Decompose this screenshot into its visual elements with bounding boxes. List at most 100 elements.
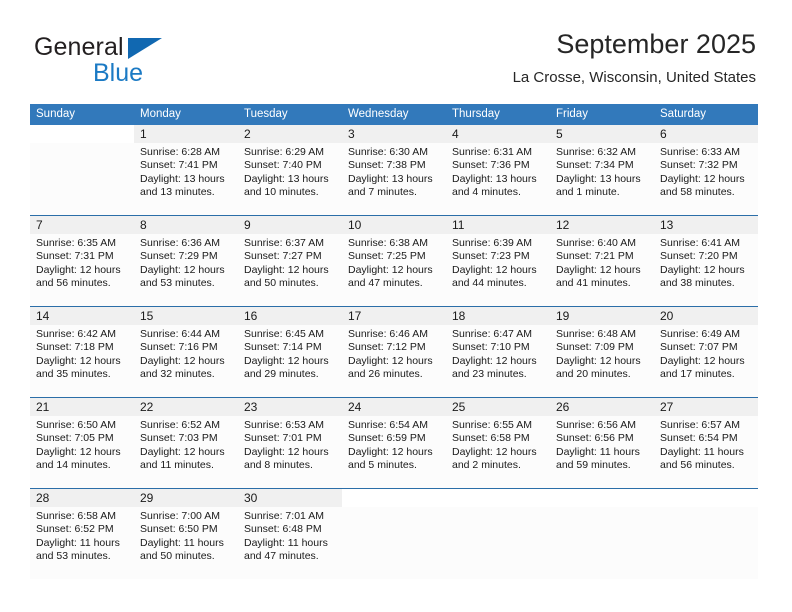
day-number[interactable]: 15 <box>134 307 238 325</box>
day-detail-line: and 17 minutes. <box>660 368 735 381</box>
day-number[interactable]: 26 <box>550 398 654 416</box>
day-cell[interactable]: Sunrise: 6:35 AM Sunset: 7:31 PM Daylight:… <box>30 234 134 306</box>
day-number[interactable]: 10 <box>342 216 446 234</box>
calendar-weeks: 1 2 3 4 5 6 Sunrise: 6:28 AM Sunset: 7:41 PM Day… <box>30 125 758 579</box>
day-detail-line: Sunrise: 6:42 AM <box>36 328 116 340</box>
day-number[interactable]: 29 <box>134 489 238 507</box>
day-detail-line: and 41 minutes. <box>556 277 631 290</box>
day-detail-line: and 58 minutes. <box>660 186 735 199</box>
day-number[interactable]: 9 <box>238 216 342 234</box>
day-detail-line: and 1 minute. <box>556 186 620 199</box>
day-detail-line: Daylight: 12 hours <box>556 263 641 276</box>
day-cell[interactable]: Sunrise: 6:29 AM Sunset: 7:40 PM Daylight:… <box>238 143 342 215</box>
day-number[interactable]: 30 <box>238 489 342 507</box>
day-cell[interactable]: Sunrise: 6:44 AM Sunset: 7:16 PM Daylight:… <box>134 325 238 397</box>
day-number[interactable]: 3 <box>342 125 446 143</box>
day-detail-line: Daylight: 12 hours <box>452 263 537 276</box>
calendar-detail-band: Sunrise: 6:50 AM Sunset: 7:05 PM Daylight:… <box>30 416 758 488</box>
day-number[interactable]: 22 <box>134 398 238 416</box>
day-number[interactable]: 21 <box>30 398 134 416</box>
day-detail-line: Daylight: 13 hours <box>452 172 537 185</box>
day-cell[interactable]: Sunrise: 6:57 AM Sunset: 6:54 PM Daylight:… <box>654 416 758 488</box>
day-detail-line: and 47 minutes. <box>244 550 319 563</box>
day-number[interactable]: 17 <box>342 307 446 325</box>
day-number[interactable]: 28 <box>30 489 134 507</box>
brand-name-blue: Blue <box>93 59 144 87</box>
day-detail-line: Daylight: 12 hours <box>348 445 433 458</box>
day-cell[interactable]: Sunrise: 6:37 AM Sunset: 7:27 PM Daylight:… <box>238 234 342 306</box>
day-number[interactable]: 12 <box>550 216 654 234</box>
day-cell[interactable]: Sunrise: 7:01 AM Sunset: 6:48 PM Daylight:… <box>238 507 342 579</box>
day-number[interactable]: 27 <box>654 398 758 416</box>
day-detail-line: and 23 minutes. <box>452 368 527 381</box>
brand-logo[interactable]: General Blue <box>34 32 214 90</box>
day-detail-line: Daylight: 12 hours <box>140 354 225 367</box>
day-cell-empty <box>550 507 654 579</box>
day-detail-line: Daylight: 12 hours <box>140 263 225 276</box>
day-detail-line: Sunset: 7:20 PM <box>660 250 738 263</box>
calendar-detail-band: Sunrise: 6:58 AM Sunset: 6:52 PM Daylight:… <box>30 507 758 579</box>
day-number[interactable]: 11 <box>446 216 550 234</box>
day-cell[interactable]: Sunrise: 6:28 AM Sunset: 7:41 PM Daylight:… <box>134 143 238 215</box>
day-number[interactable]: 14 <box>30 307 134 325</box>
day-number[interactable]: 6 <box>654 125 758 143</box>
day-number[interactable]: 13 <box>654 216 758 234</box>
day-number[interactable]: 25 <box>446 398 550 416</box>
day-detail-line: Daylight: 12 hours <box>244 354 329 367</box>
day-cell[interactable]: Sunrise: 6:39 AM Sunset: 7:23 PM Daylight:… <box>446 234 550 306</box>
day-cell[interactable]: Sunrise: 6:38 AM Sunset: 7:25 PM Daylight:… <box>342 234 446 306</box>
day-cell[interactable]: Sunrise: 6:30 AM Sunset: 7:38 PM Daylight:… <box>342 143 446 215</box>
day-cell[interactable]: Sunrise: 6:45 AM Sunset: 7:14 PM Daylight:… <box>238 325 342 397</box>
day-cell[interactable]: Sunrise: 7:00 AM Sunset: 6:50 PM Daylight:… <box>134 507 238 579</box>
day-number[interactable]: 8 <box>134 216 238 234</box>
day-detail-line: Daylight: 12 hours <box>244 445 329 458</box>
day-number[interactable]: 23 <box>238 398 342 416</box>
day-cell[interactable]: Sunrise: 6:33 AM Sunset: 7:32 PM Daylight:… <box>654 143 758 215</box>
day-cell[interactable]: Sunrise: 6:46 AM Sunset: 7:12 PM Daylight:… <box>342 325 446 397</box>
day-detail-line: Sunset: 7:41 PM <box>140 159 218 172</box>
day-detail-line: Sunrise: 6:38 AM <box>348 237 428 249</box>
day-cell[interactable]: Sunrise: 6:55 AM Sunset: 6:58 PM Daylight:… <box>446 416 550 488</box>
day-cell[interactable]: Sunrise: 6:40 AM Sunset: 7:21 PM Daylight:… <box>550 234 654 306</box>
day-cell[interactable]: Sunrise: 6:47 AM Sunset: 7:10 PM Daylight:… <box>446 325 550 397</box>
day-cell[interactable]: Sunrise: 6:56 AM Sunset: 6:56 PM Daylight:… <box>550 416 654 488</box>
day-number[interactable]: 7 <box>30 216 134 234</box>
day-detail-line: Sunrise: 6:48 AM <box>556 328 636 340</box>
day-cell[interactable]: Sunrise: 6:31 AM Sunset: 7:36 PM Daylight:… <box>446 143 550 215</box>
day-detail-line: and 53 minutes. <box>140 277 215 290</box>
day-detail-line: Sunrise: 7:01 AM <box>244 510 324 522</box>
day-cell[interactable]: Sunrise: 6:58 AM Sunset: 6:52 PM Daylight:… <box>30 507 134 579</box>
day-number[interactable]: 1 <box>134 125 238 143</box>
day-number[interactable]: 2 <box>238 125 342 143</box>
day-number[interactable]: 19 <box>550 307 654 325</box>
day-detail-line: Sunset: 6:54 PM <box>660 432 738 445</box>
day-cell[interactable]: Sunrise: 6:32 AM Sunset: 7:34 PM Daylight:… <box>550 143 654 215</box>
day-cell[interactable]: Sunrise: 6:41 AM Sunset: 7:20 PM Daylight:… <box>654 234 758 306</box>
day-detail-line: Daylight: 13 hours <box>140 172 225 185</box>
day-cell[interactable]: Sunrise: 6:42 AM Sunset: 7:18 PM Daylight:… <box>30 325 134 397</box>
page-title: September 2025 <box>556 29 756 59</box>
day-detail-line: Sunrise: 6:50 AM <box>36 419 116 431</box>
day-number[interactable]: 24 <box>342 398 446 416</box>
day-detail-line: Sunrise: 6:52 AM <box>140 419 220 431</box>
day-detail-line: and 44 minutes. <box>452 277 527 290</box>
day-cell[interactable]: Sunrise: 6:49 AM Sunset: 7:07 PM Daylight:… <box>654 325 758 397</box>
day-detail-line: Daylight: 13 hours <box>348 172 433 185</box>
day-detail-line: Sunrise: 6:53 AM <box>244 419 324 431</box>
day-cell[interactable]: Sunrise: 6:54 AM Sunset: 6:59 PM Daylight:… <box>342 416 446 488</box>
day-number[interactable]: 18 <box>446 307 550 325</box>
calendar-date-band: 21 22 23 24 25 26 27 <box>30 398 758 416</box>
day-number[interactable]: 4 <box>446 125 550 143</box>
day-cell[interactable]: Sunrise: 6:48 AM Sunset: 7:09 PM Daylight:… <box>550 325 654 397</box>
day-cell[interactable]: Sunrise: 6:36 AM Sunset: 7:29 PM Daylight:… <box>134 234 238 306</box>
day-detail-line: Sunrise: 6:58 AM <box>36 510 116 522</box>
day-cell[interactable]: Sunrise: 6:50 AM Sunset: 7:05 PM Daylight:… <box>30 416 134 488</box>
day-number[interactable]: 5 <box>550 125 654 143</box>
day-number-empty <box>654 489 758 507</box>
day-detail-line: Daylight: 12 hours <box>140 445 225 458</box>
day-cell[interactable]: Sunrise: 6:52 AM Sunset: 7:03 PM Daylight:… <box>134 416 238 488</box>
day-cell[interactable]: Sunrise: 6:53 AM Sunset: 7:01 PM Daylight:… <box>238 416 342 488</box>
day-number[interactable]: 16 <box>238 307 342 325</box>
day-number[interactable]: 20 <box>654 307 758 325</box>
day-detail-line: Sunset: 6:56 PM <box>556 432 634 445</box>
